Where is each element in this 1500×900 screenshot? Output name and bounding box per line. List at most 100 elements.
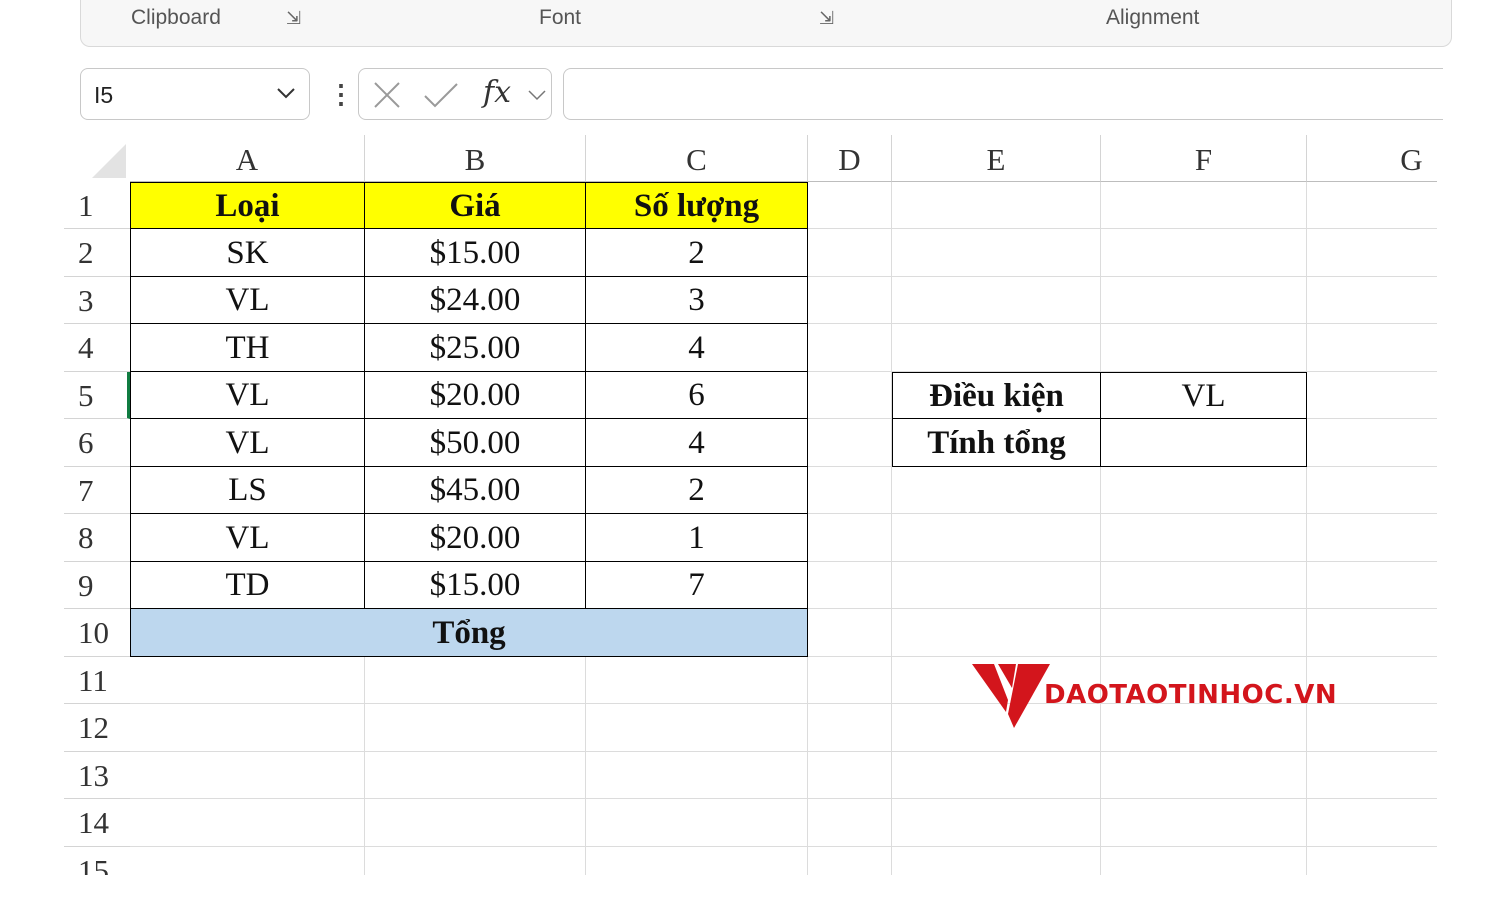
cell-c6[interactable]: 4 bbox=[586, 419, 808, 467]
column-header-c[interactable]: C bbox=[586, 135, 808, 182]
grid-cell[interactable] bbox=[1101, 467, 1307, 514]
grid-cell[interactable] bbox=[892, 799, 1101, 847]
grid-cell[interactable] bbox=[1307, 277, 1437, 324]
grid-cell[interactable] bbox=[130, 847, 365, 875]
column-header-a[interactable]: A bbox=[130, 135, 365, 182]
grid-cell[interactable] bbox=[808, 182, 892, 229]
cell-c9[interactable]: 7 bbox=[586, 562, 808, 609]
row-header-2[interactable]: 2 bbox=[64, 229, 130, 277]
cell-a8[interactable]: VL bbox=[130, 514, 365, 562]
grid-cell[interactable] bbox=[1101, 182, 1307, 229]
grid-cell[interactable] bbox=[808, 704, 892, 752]
grid-cell[interactable] bbox=[365, 704, 586, 752]
cell-a1[interactable]: Loại bbox=[130, 182, 365, 229]
grid-cell[interactable] bbox=[892, 847, 1101, 875]
cell-c4[interactable]: 4 bbox=[586, 324, 808, 372]
cell-total-merged[interactable]: Tổng bbox=[130, 609, 808, 657]
grid-cell[interactable] bbox=[892, 182, 1101, 229]
more-options-icon[interactable]: ⋮ bbox=[328, 79, 354, 110]
grid-cell[interactable] bbox=[365, 752, 586, 799]
grid-cell[interactable] bbox=[586, 799, 808, 847]
grid-cell[interactable] bbox=[130, 752, 365, 799]
grid-cell[interactable] bbox=[808, 229, 892, 277]
cell-c5[interactable]: 6 bbox=[586, 372, 808, 419]
column-header-d[interactable]: D bbox=[808, 135, 892, 182]
grid-cell[interactable] bbox=[586, 847, 808, 875]
cell-a4[interactable]: TH bbox=[130, 324, 365, 372]
grid-cell[interactable] bbox=[1307, 419, 1437, 467]
grid-cell[interactable] bbox=[808, 609, 892, 657]
cell-f6[interactable] bbox=[1101, 419, 1307, 467]
grid-cell[interactable] bbox=[1307, 752, 1437, 799]
grid-cell[interactable] bbox=[1307, 229, 1437, 277]
grid-cell[interactable] bbox=[1307, 562, 1437, 609]
formula-input[interactable] bbox=[563, 68, 1443, 120]
grid-cell[interactable] bbox=[1101, 277, 1307, 324]
column-header-e[interactable]: E bbox=[892, 135, 1101, 182]
cell-e5[interactable]: Điều kiện bbox=[892, 372, 1101, 419]
cell-c1[interactable]: Số lượng bbox=[586, 182, 808, 229]
grid-cell[interactable] bbox=[1307, 799, 1437, 847]
grid-cell[interactable] bbox=[808, 799, 892, 847]
row-header-15[interactable]: 15 bbox=[64, 847, 130, 875]
grid-cell[interactable] bbox=[1101, 562, 1307, 609]
grid-cell[interactable] bbox=[808, 752, 892, 799]
grid-cell[interactable] bbox=[808, 657, 892, 704]
grid-cell[interactable] bbox=[365, 799, 586, 847]
font-launcher-icon[interactable]: ⇲ bbox=[819, 8, 834, 29]
row-header-14[interactable]: 14 bbox=[64, 799, 130, 847]
grid-cell[interactable] bbox=[892, 277, 1101, 324]
grid-cell[interactable] bbox=[586, 752, 808, 799]
grid-cell[interactable] bbox=[1307, 847, 1437, 875]
row-header-7[interactable]: 7 bbox=[64, 467, 130, 514]
grid-cell[interactable] bbox=[892, 514, 1101, 562]
grid-cell[interactable] bbox=[892, 752, 1101, 799]
cell-b6[interactable]: $50.00 bbox=[365, 419, 586, 467]
select-all-corner[interactable] bbox=[64, 135, 130, 182]
grid-cell[interactable] bbox=[1307, 467, 1437, 514]
cell-a5[interactable]: VL bbox=[130, 372, 365, 419]
grid-cell[interactable] bbox=[130, 799, 365, 847]
row-header-6[interactable]: 6 bbox=[64, 419, 130, 467]
grid-cell[interactable] bbox=[1307, 372, 1437, 419]
cell-b8[interactable]: $20.00 bbox=[365, 514, 586, 562]
grid-cell[interactable] bbox=[1101, 799, 1307, 847]
row-header-5[interactable]: 5 bbox=[64, 372, 130, 419]
grid-cell[interactable] bbox=[365, 847, 586, 875]
row-header-11[interactable]: 11 bbox=[64, 657, 130, 704]
grid-cell[interactable] bbox=[1101, 847, 1307, 875]
row-header-8[interactable]: 8 bbox=[64, 514, 130, 562]
grid-cell[interactable] bbox=[1101, 514, 1307, 562]
grid-cell[interactable] bbox=[1307, 514, 1437, 562]
cell-a7[interactable]: LS bbox=[130, 467, 365, 514]
cell-b2[interactable]: $15.00 bbox=[365, 229, 586, 277]
row-header-10[interactable]: 10 bbox=[64, 609, 130, 657]
column-header-f[interactable]: F bbox=[1101, 135, 1307, 182]
grid-cell[interactable] bbox=[892, 229, 1101, 277]
grid-cell[interactable] bbox=[586, 704, 808, 752]
grid-cell[interactable] bbox=[892, 609, 1101, 657]
grid-cell[interactable] bbox=[1101, 229, 1307, 277]
cell-f5[interactable]: VL bbox=[1101, 372, 1307, 419]
grid-cell[interactable] bbox=[1101, 752, 1307, 799]
row-header-9[interactable]: 9 bbox=[64, 562, 130, 609]
cancel-icon[interactable] bbox=[369, 79, 405, 111]
cell-c7[interactable]: 2 bbox=[586, 467, 808, 514]
grid-cell[interactable] bbox=[808, 324, 892, 372]
row-header-13[interactable]: 13 bbox=[64, 752, 130, 799]
insert-function-button[interactable]: fx bbox=[483, 75, 511, 110]
cell-e6[interactable]: Tính tổng bbox=[892, 419, 1101, 467]
grid-cell[interactable] bbox=[808, 467, 892, 514]
grid-cell[interactable] bbox=[1307, 609, 1437, 657]
enter-check-icon[interactable] bbox=[421, 79, 461, 111]
fx-chevron-icon[interactable] bbox=[527, 88, 547, 102]
grid-cell[interactable] bbox=[808, 562, 892, 609]
grid-cell[interactable] bbox=[586, 657, 808, 704]
grid-cell[interactable] bbox=[808, 419, 892, 467]
grid-cell[interactable] bbox=[808, 514, 892, 562]
grid-cell[interactable] bbox=[1307, 182, 1437, 229]
grid-cell[interactable] bbox=[892, 324, 1101, 372]
cell-a3[interactable]: VL bbox=[130, 277, 365, 324]
grid-cell[interactable] bbox=[1101, 609, 1307, 657]
cell-a2[interactable]: SK bbox=[130, 229, 365, 277]
